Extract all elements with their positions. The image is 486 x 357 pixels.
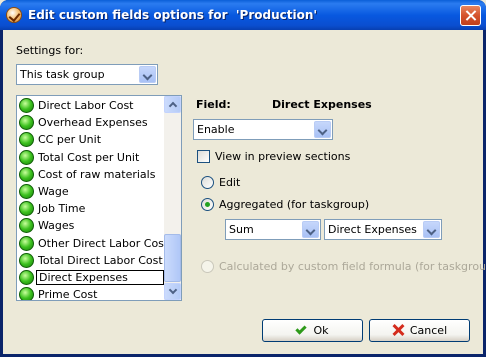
settings-for-value: This task group — [20, 68, 105, 81]
aggregated-radio-label: Aggregated (for taskgroup) — [219, 198, 370, 211]
chevron-down-icon[interactable] — [139, 66, 156, 83]
list-item-label: Overhead Expenses — [38, 116, 148, 130]
close-icon — [392, 324, 404, 336]
list-item-label: Total Cost per Unit — [38, 150, 140, 164]
list-item-label: Other Direct Labor Costs — [38, 236, 174, 250]
list-item[interactable]: Job Time — [19, 200, 164, 217]
list-item-label: Wages — [38, 219, 75, 233]
settings-for-label: Settings for: — [16, 44, 84, 57]
list-item-label: Wage — [38, 185, 69, 198]
list-item[interactable]: Cost of raw materials — [19, 166, 164, 183]
scroll-up-button[interactable] — [164, 96, 181, 113]
aggregate-source-select[interactable]: Direct Expenses — [324, 219, 442, 240]
status-green-icon — [19, 115, 34, 131]
aggregate-source-value: Direct Expenses — [328, 223, 417, 236]
list-item-label: Direct Expenses — [36, 270, 164, 285]
list-item[interactable]: Direct Expenses — [19, 269, 164, 286]
list-scrollbar[interactable] — [164, 96, 181, 300]
status-green-icon — [19, 235, 34, 251]
chevron-down-icon[interactable] — [314, 121, 331, 138]
edit-radio-label: Edit — [219, 176, 241, 189]
status-green-icon — [19, 218, 34, 234]
status-green-icon — [19, 201, 34, 217]
status-green-icon — [19, 166, 34, 182]
settings-for-select[interactable]: This task group — [16, 64, 158, 85]
status-green-icon — [19, 287, 34, 300]
chevron-down-icon[interactable] — [423, 221, 440, 238]
status-green-icon — [19, 98, 34, 113]
dialog-window: Edit custom fields options for 'Producti… — [0, 0, 486, 357]
field-label: Field: — [196, 98, 231, 111]
list-item[interactable]: Direct Labor Cost — [19, 97, 164, 114]
cancel-button-label: Cancel — [409, 324, 448, 337]
dialog-body: Settings for: This task group Direct Lab… — [3, 30, 486, 354]
list-item-label: Job Time — [38, 202, 86, 216]
list-item[interactable]: Total Direct Labor Cost — [19, 252, 164, 269]
list-item[interactable]: Overhead Expenses — [19, 114, 164, 131]
status-green-icon — [19, 270, 34, 285]
list-item[interactable]: Other Direct Labor Costs — [19, 235, 174, 252]
aggregate-function-value: Sum — [229, 223, 254, 236]
list-item[interactable]: CC per Unit — [19, 131, 164, 148]
list-item-label: Direct Labor Cost — [38, 99, 134, 112]
status-green-icon — [19, 149, 34, 165]
list-item-label: Prime Cost — [38, 288, 98, 301]
cancel-button[interactable]: Cancel — [369, 319, 470, 342]
checkmark-icon — [295, 323, 308, 335]
list-item[interactable]: Prime Cost — [19, 286, 164, 301]
calculated-radio-label: Calculated by custom field formula (for … — [219, 260, 486, 273]
ok-button-label: Ok — [313, 324, 329, 337]
list-item-label: Total Direct Labor Cost — [38, 253, 163, 267]
custom-fields-list[interactable]: Direct Labor Cost Overhead Expenses CC per… — [16, 95, 182, 301]
calculated-radio[interactable] — [201, 260, 214, 273]
view-preview-label: View in preview sections — [215, 150, 351, 163]
view-preview-checkbox[interactable] — [197, 150, 210, 163]
field-state-select[interactable]: Enable — [193, 119, 333, 140]
list-item[interactable]: Wage — [19, 183, 164, 200]
title-bar[interactable]: Edit custom fields options for 'Producti… — [0, 0, 486, 30]
window-title: Edit custom fields options for 'Producti… — [28, 8, 318, 22]
field-name: Direct Expenses — [272, 98, 372, 111]
status-green-icon — [19, 184, 34, 199]
status-green-icon — [19, 252, 34, 268]
scroll-down-button[interactable] — [164, 283, 181, 300]
list-item-label: Cost of raw materials — [38, 167, 156, 181]
chevron-down-icon[interactable] — [302, 221, 319, 238]
list-item[interactable]: Wages — [19, 217, 164, 234]
field-state-value: Enable — [197, 123, 235, 136]
status-green-icon — [19, 132, 34, 148]
scroll-thumb[interactable] — [164, 234, 181, 282]
list-item-label: CC per Unit — [38, 133, 102, 147]
aggregate-function-select[interactable]: Sum — [225, 219, 321, 240]
aggregated-radio[interactable] — [201, 198, 214, 211]
close-button[interactable] — [460, 5, 481, 26]
edit-radio[interactable] — [201, 176, 214, 189]
checkmark-icon — [6, 7, 22, 23]
list-item[interactable]: Total Cost per Unit — [19, 149, 164, 166]
ok-button[interactable]: Ok — [262, 319, 363, 342]
